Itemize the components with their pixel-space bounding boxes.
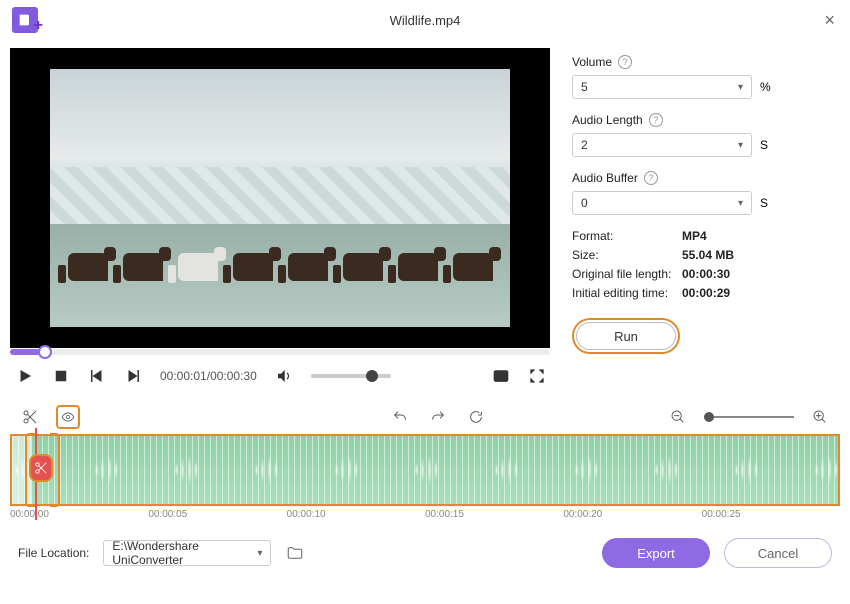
file-location-select[interactable]: E:\Wondershare UniConverter▾: [103, 540, 271, 566]
window-title: Wildlife.mp4: [390, 13, 461, 28]
redo-icon[interactable]: [426, 405, 450, 429]
stop-icon[interactable]: [52, 367, 70, 385]
scissors-icon[interactable]: [18, 405, 42, 429]
undo-icon[interactable]: [388, 405, 412, 429]
file-location-label: File Location:: [18, 546, 89, 560]
volume-select[interactable]: 5▾: [572, 75, 752, 99]
video-preview[interactable]: [10, 48, 550, 348]
snapshot-icon[interactable]: [492, 367, 510, 385]
prev-icon[interactable]: [88, 367, 106, 385]
seek-slider[interactable]: [10, 349, 550, 355]
preview-panel: 00:00:01/00:00:30: [0, 40, 552, 400]
fullscreen-icon[interactable]: [528, 367, 546, 385]
export-button[interactable]: Export: [602, 538, 710, 568]
audio-buffer-select[interactable]: 0▾: [572, 191, 752, 215]
init-time-label: Initial editing time:: [572, 286, 682, 300]
size-label: Size:: [572, 248, 682, 262]
volume-slider[interactable]: [311, 374, 391, 378]
total-time: 00:00:30: [210, 369, 257, 383]
audio-length-label: Audio Length?: [572, 113, 830, 127]
footer: File Location: E:\Wondershare UniConvert…: [0, 520, 850, 568]
run-button[interactable]: Run: [576, 322, 676, 350]
audio-waveform[interactable]: [10, 434, 840, 506]
volume-label: Volume?: [572, 55, 830, 69]
settings-panel: Volume? 5▾ % Audio Length? 2▾ S Audio Bu…: [552, 40, 850, 400]
help-icon[interactable]: ?: [618, 55, 632, 69]
title-bar: + Wildlife.mp4 ×: [0, 0, 850, 40]
zoom-slider[interactable]: [704, 416, 794, 418]
current-time: 00:00:01: [160, 369, 207, 383]
help-icon[interactable]: ?: [649, 113, 663, 127]
audio-length-select[interactable]: 2▾: [572, 133, 752, 157]
orig-length-value: 00:00:30: [682, 267, 730, 281]
audio-length-unit: S: [760, 138, 768, 152]
format-label: Format:: [572, 229, 682, 243]
time-ruler: 00:00:00 00:00:05 00:00:10 00:00:15 00:0…: [10, 509, 840, 520]
size-value: 55.04 MB: [682, 248, 734, 262]
volume-icon[interactable]: [275, 367, 293, 385]
volume-unit: %: [760, 80, 771, 94]
init-time-value: 00:00:29: [682, 286, 730, 300]
format-value: MP4: [682, 229, 707, 243]
timeline-toolbar: [0, 400, 850, 434]
play-icon[interactable]: [16, 367, 34, 385]
cut-marker-icon[interactable]: [29, 454, 53, 482]
audio-buffer-unit: S: [760, 196, 768, 210]
audio-buffer-label: Audio Buffer?: [572, 171, 830, 185]
preview-eye-icon[interactable]: [56, 405, 80, 429]
zoom-out-icon[interactable]: [666, 405, 690, 429]
close-icon[interactable]: ×: [824, 10, 835, 31]
next-icon[interactable]: [124, 367, 142, 385]
zoom-in-icon[interactable]: [808, 405, 832, 429]
cancel-button[interactable]: Cancel: [724, 538, 832, 568]
refresh-icon[interactable]: [464, 405, 488, 429]
open-folder-icon[interactable]: [285, 544, 305, 562]
help-icon[interactable]: ?: [644, 171, 658, 185]
time-display: 00:00:01/00:00:30: [160, 369, 257, 383]
app-logo-icon: +: [12, 7, 38, 33]
orig-length-label: Original file length:: [572, 267, 682, 281]
